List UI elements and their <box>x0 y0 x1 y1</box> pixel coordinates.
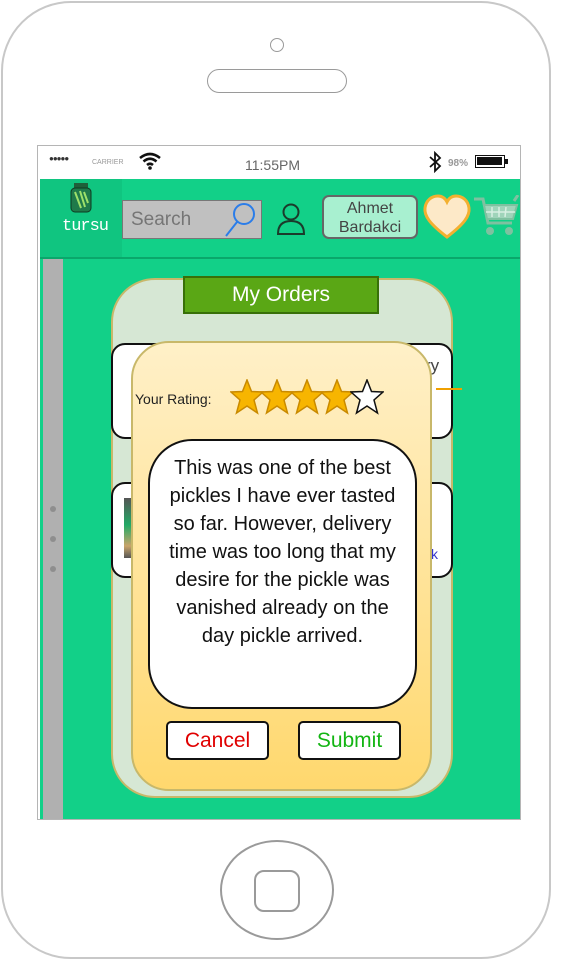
order-card-divider <box>436 388 462 390</box>
status-bar: ●●●●● CARRIER 11:55PM 98% <box>38 146 520 179</box>
signal-strength: ●●●●● <box>49 154 69 163</box>
search-input[interactable] <box>123 201 223 238</box>
star-filled-icon[interactable] <box>260 379 294 415</box>
shopping-cart-icon[interactable] <box>472 195 520 241</box>
page-title: My Orders <box>183 276 379 314</box>
star-empty-icon[interactable] <box>350 379 384 415</box>
header-divider <box>40 257 520 259</box>
user-name-button[interactable]: Ahmet Bardakci <box>322 195 418 239</box>
order-card-link[interactable]: k <box>431 546 438 562</box>
carrier-label: CARRIER <box>92 159 124 166</box>
submit-button[interactable]: Submit <box>298 721 401 760</box>
scrollbar-dot <box>50 506 56 512</box>
logo-text: tursu <box>62 217 109 236</box>
bluetooth-icon <box>429 151 442 173</box>
rating-dialog: Your Rating: This was one of the best pi… <box>131 341 432 791</box>
speaker-grille <box>207 69 347 93</box>
front-camera <box>270 38 284 52</box>
heart-icon[interactable] <box>422 194 472 240</box>
review-text: This was one of the best pickles I have … <box>169 457 396 647</box>
battery-icon <box>475 155 505 168</box>
star-filled-icon[interactable] <box>320 379 354 415</box>
pickle-jar-icon <box>70 183 92 213</box>
battery-percentage: 98% <box>448 158 469 169</box>
user-first-name: Ahmet <box>346 200 394 217</box>
scrollbar-dot <box>50 536 56 542</box>
home-button-icon <box>254 870 300 912</box>
search-icon[interactable] <box>223 202 257 238</box>
battery-level <box>477 157 502 165</box>
user-profile-icon[interactable] <box>276 203 306 235</box>
status-time: 11:55PM <box>245 157 300 173</box>
star-filled-icon[interactable] <box>230 379 264 415</box>
rating-label: Your Rating: <box>135 391 212 407</box>
screen: ●●●●● CARRIER 11:55PM 98% tursu Search A… <box>37 145 521 820</box>
review-textarea[interactable]: This was one of the best pickles I have … <box>148 439 417 709</box>
app-screen: tursu Ahmet Bardakci <box>40 179 520 819</box>
cancel-button[interactable]: Cancel <box>166 721 269 760</box>
app-logo[interactable]: tursu <box>40 179 122 257</box>
wifi-icon <box>139 152 161 170</box>
user-last-name: Bardakci <box>338 219 402 236</box>
star-filled-icon[interactable] <box>290 379 324 415</box>
scrollbar-dot <box>50 566 56 572</box>
search-bar[interactable] <box>122 200 262 239</box>
side-scrollbar[interactable] <box>43 259 63 819</box>
battery-tip <box>505 159 508 164</box>
